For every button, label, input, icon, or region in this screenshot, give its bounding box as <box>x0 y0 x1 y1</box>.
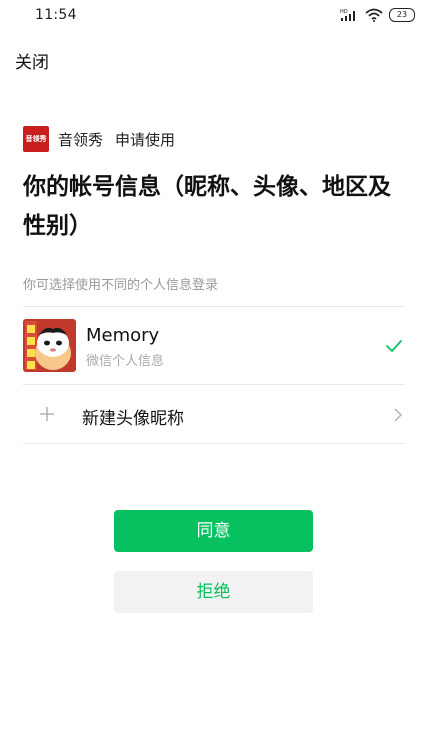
avatar <box>23 319 76 372</box>
check-icon <box>386 340 402 352</box>
status-bar: 11:54 HD 23 <box>0 0 427 32</box>
plus-icon <box>40 407 54 421</box>
close-button[interactable]: 关闭 <box>15 48 49 73</box>
battery-icon: 23 <box>389 8 415 22</box>
signal-icon: HD <box>340 9 355 21</box>
wifi-icon <box>365 8 383 22</box>
new-profile-row[interactable]: 新建头像昵称 <box>23 385 405 443</box>
divider <box>23 443 405 444</box>
app-request-row: 音领秀 音领秀 申请使用 <box>23 126 175 152</box>
app-request-text: 申请使用 <box>115 130 176 149</box>
account-option-row[interactable]: Memory 微信个人信息 <box>23 307 405 384</box>
hint-text: 你可选择使用不同的个人信息登录 <box>23 278 219 293</box>
app-logo: 音领秀 <box>23 126 49 152</box>
cartoon-avatar-icon <box>23 319 76 372</box>
account-name: Memory <box>86 325 160 346</box>
page-title: 你的帐号信息（昵称、头像、地区及性别） <box>23 174 391 239</box>
network-label: HD <box>340 9 348 15</box>
new-profile-label: 新建头像昵称 <box>82 409 184 429</box>
status-icons: HD 23 <box>339 8 415 22</box>
app-name: 音领秀 <box>58 130 104 149</box>
app-logo-text: 音领秀 <box>25 135 47 143</box>
chevron-right-icon <box>394 408 403 422</box>
account-subtitle: 微信个人信息 <box>86 354 165 369</box>
agree-button[interactable]: 同意 <box>114 510 313 552</box>
refuse-button[interactable]: 拒绝 <box>114 571 313 613</box>
status-time: 11:54 <box>35 7 77 23</box>
